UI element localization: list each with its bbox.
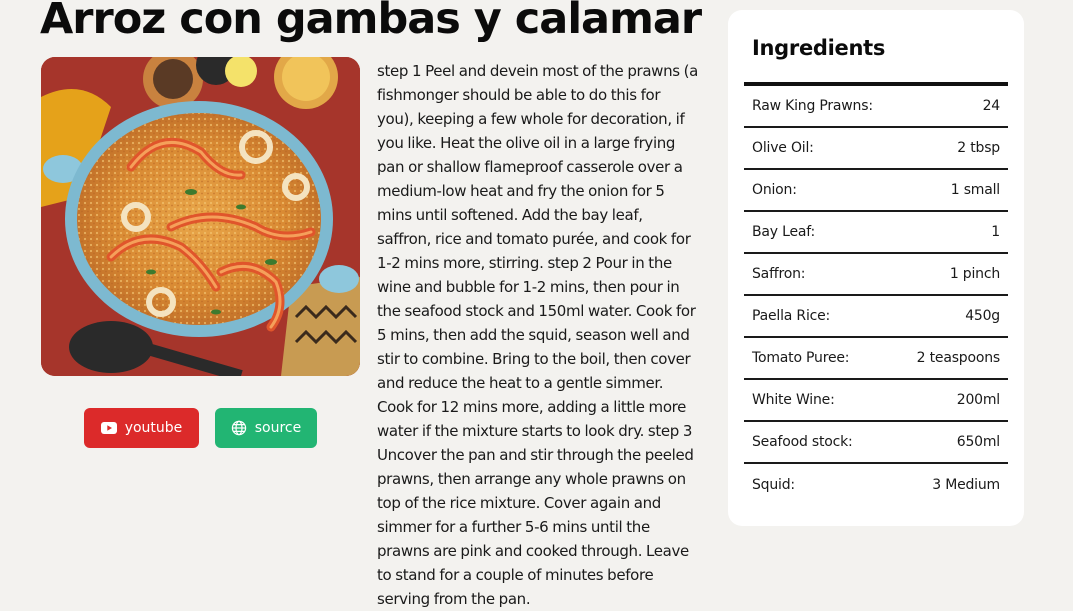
source-button[interactable]: source xyxy=(215,408,317,448)
ingredient-name: Tomato Puree: xyxy=(752,350,850,366)
ingredient-measure: 2 tbsp xyxy=(957,140,1000,156)
ingredient-name: Seafood stock: xyxy=(752,434,853,450)
ingredient-measure: 200ml xyxy=(956,392,1000,408)
ingredient-name: Raw King Prawns: xyxy=(752,98,873,114)
ingredient-name: Olive Oil: xyxy=(752,140,814,156)
ingredient-name: Onion: xyxy=(752,182,797,198)
ingredient-measure: 650ml xyxy=(956,434,1000,450)
ingredient-row: Onion: 1 small xyxy=(744,170,1008,212)
ingredients-title: Ingredients xyxy=(752,36,886,60)
youtube-icon xyxy=(100,422,117,434)
ingredient-row: Bay Leaf: 1 xyxy=(744,212,1008,254)
ingredient-name: White Wine: xyxy=(752,392,835,408)
ingredient-measure: 450g xyxy=(965,308,1000,324)
ingredients-card: Ingredients Raw King Prawns: 24 Olive Oi… xyxy=(728,10,1024,526)
ingredient-measure: 3 Medium xyxy=(932,477,1000,493)
ingredient-measure: 24 xyxy=(982,98,1001,114)
ingredient-name: Squid: xyxy=(752,477,795,493)
recipe-image xyxy=(41,57,360,376)
ingredient-measure: 1 small xyxy=(950,182,1000,198)
ingredient-row: Paella Rice: 450g xyxy=(744,296,1008,338)
ingredient-name: Saffron: xyxy=(752,266,806,282)
recipe-title: Arroz con gambas y calamar xyxy=(40,0,702,44)
ingredient-row: White Wine: 200ml xyxy=(744,380,1008,422)
source-button-label: source xyxy=(254,420,302,436)
ingredient-row: Raw King Prawns: 24 xyxy=(744,86,1008,128)
ingredient-measure: 2 teaspoons xyxy=(916,350,1001,366)
ingredients-list: Raw King Prawns: 24 Olive Oil: 2 tbsp On… xyxy=(744,86,1008,506)
ingredient-row: Tomato Puree: 2 teaspoons xyxy=(744,338,1008,380)
youtube-button[interactable]: youtube xyxy=(84,408,199,448)
recipe-instructions: step 1 Peel and devein most of the prawn… xyxy=(377,62,698,608)
ingredient-measure: 1 pinch xyxy=(949,266,1000,282)
ingredient-row: Squid: 3 Medium xyxy=(744,464,1008,506)
ingredient-name: Paella Rice: xyxy=(752,308,831,324)
youtube-button-label: youtube xyxy=(124,420,183,436)
ingredient-measure: 1 xyxy=(991,224,1000,240)
ingredient-name: Bay Leaf: xyxy=(752,224,816,240)
globe-icon xyxy=(231,420,247,436)
ingredient-row: Saffron: 1 pinch xyxy=(744,254,1008,296)
ingredient-row: Seafood stock: 650ml xyxy=(744,422,1008,464)
ingredient-row: Olive Oil: 2 tbsp xyxy=(744,128,1008,170)
